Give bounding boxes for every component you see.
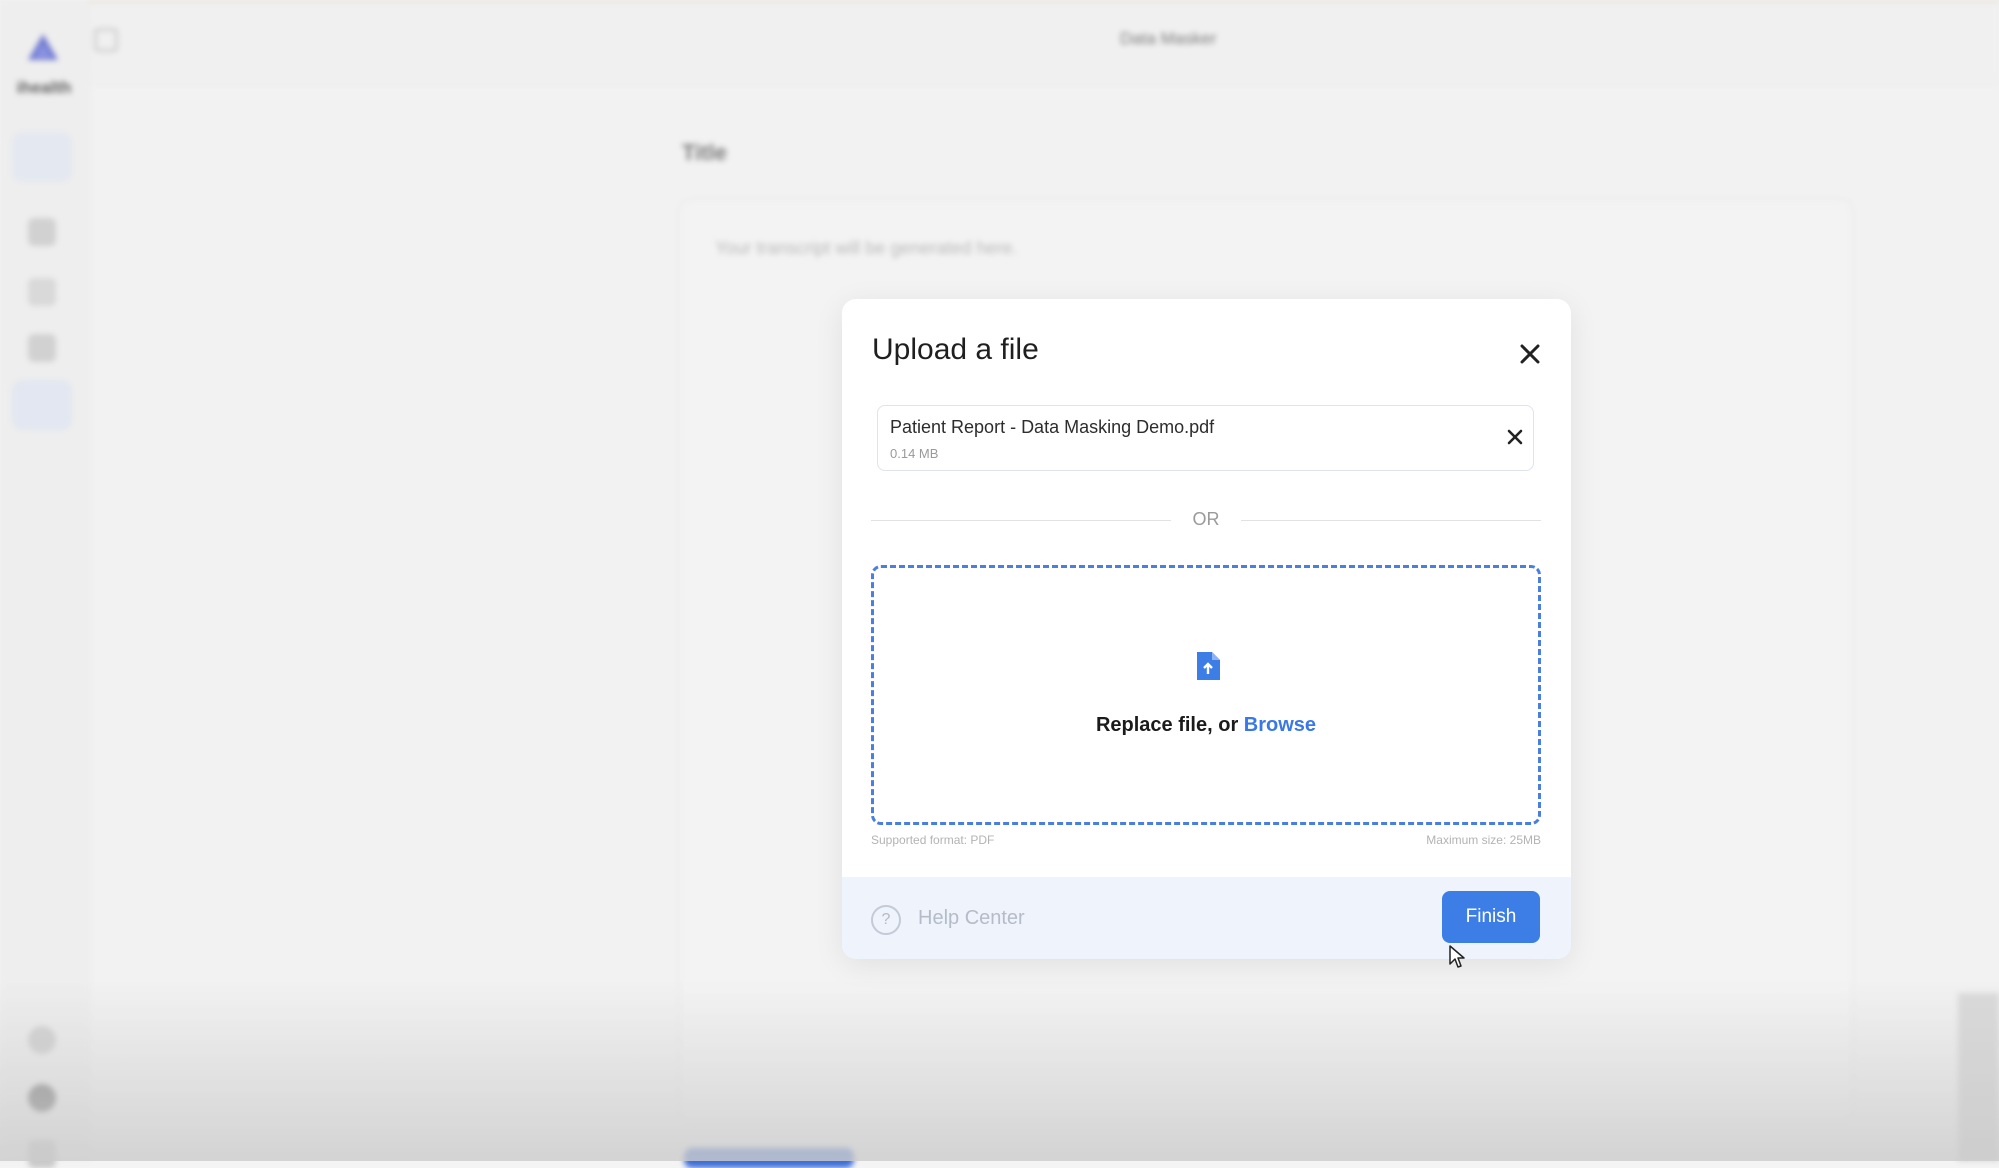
dropzone-prefix: Replace file, or [1095, 714, 1244, 736]
modal-title: Upload a file [872, 333, 1039, 366]
upload-modal: Upload a file Patient Report - Data Mask… [842, 299, 1571, 959]
help-center-link[interactable]: Help Center [918, 907, 1025, 930]
divider-right [1241, 520, 1541, 521]
max-size-hint: Maximum size: 25MB [1426, 833, 1541, 847]
divider-left [871, 520, 1171, 521]
close-icon[interactable] [1516, 340, 1544, 368]
file-upload-icon [1197, 652, 1220, 680]
mouse-pointer-icon [1449, 945, 1465, 968]
remove-file-icon[interactable] [1504, 426, 1526, 448]
supported-format-hint: Supported format: PDF [871, 833, 995, 847]
browse-link[interactable]: Browse [1244, 714, 1316, 736]
file-name: Patient Report - Data Masking Demo.pdf [890, 417, 1215, 437]
file-size: 0.14 MB [890, 446, 939, 461]
selected-file-card: Patient Report - Data Masking Demo.pdf 0… [877, 405, 1534, 471]
help-icon[interactable]: ? [871, 905, 901, 935]
dropzone-text: Replace file, or Browse [874, 714, 1538, 737]
finish-button[interactable]: Finish [1442, 891, 1540, 943]
file-dropzone[interactable]: Replace file, or Browse [871, 565, 1541, 825]
or-label: OR [1192, 509, 1220, 529]
